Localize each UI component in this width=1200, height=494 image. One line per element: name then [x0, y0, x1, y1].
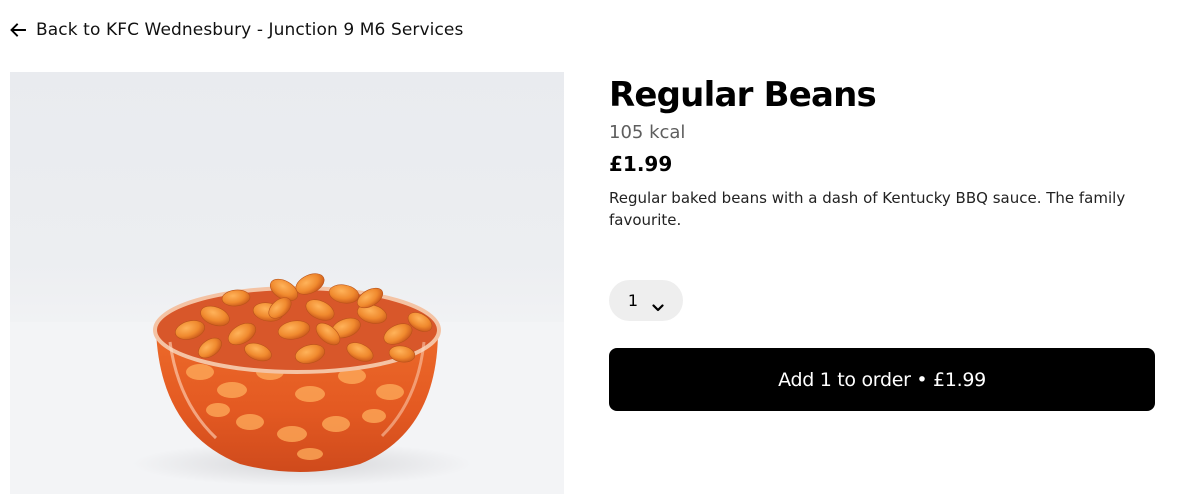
back-link[interactable]: Back to KFC Wednesbury - Junction 9 M6 S…: [10, 20, 463, 40]
quantity-value: 1: [627, 291, 639, 310]
quantity-select[interactable]: 1: [609, 280, 683, 321]
chevron-down-icon: [652, 297, 664, 311]
item-price: £1.99: [609, 152, 673, 176]
arrow-left-icon: [10, 22, 26, 38]
item-description: Regular baked beans with a dash of Kentu…: [609, 189, 1126, 229]
item-details: Regular Beans 105 kcal £1.99 Regular bak…: [609, 72, 1155, 411]
item-calories: 105 kcal: [609, 122, 686, 143]
add-to-order-button[interactable]: Add 1 to order • £1.99: [609, 348, 1155, 411]
item-image: [10, 72, 564, 494]
item-title: Regular Beans: [609, 75, 877, 115]
back-link-label: Back to KFC Wednesbury - Junction 9 M6 S…: [36, 20, 464, 40]
